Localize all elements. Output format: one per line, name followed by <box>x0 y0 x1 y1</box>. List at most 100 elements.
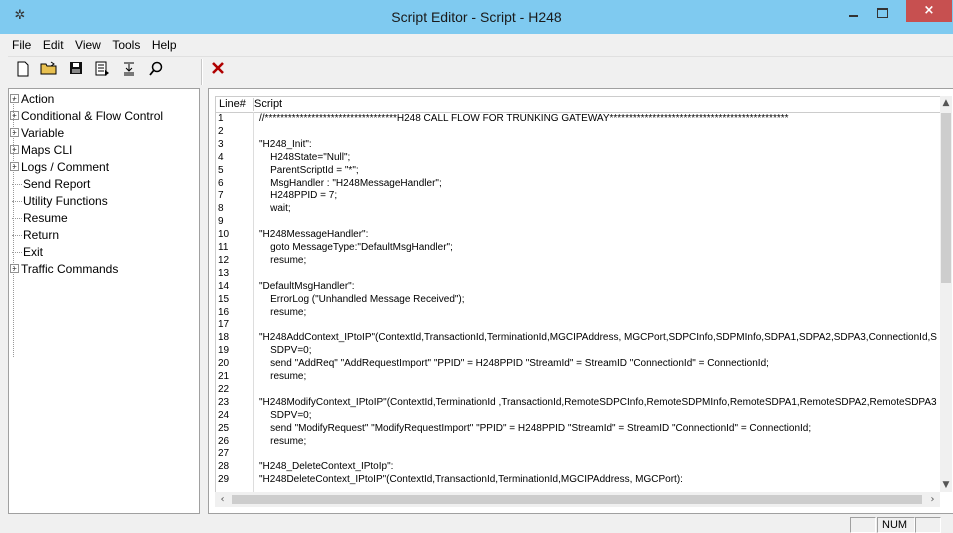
line-number: 5 <box>218 164 224 176</box>
scroll-left-icon[interactable]: ‹ <box>215 492 230 507</box>
expand-icon[interactable]: + <box>10 94 19 104</box>
title-bar: ✲ Script Editor - Script - H248 × <box>0 0 953 34</box>
script-line[interactable]: 23 "H248ModifyContext_IPtoIP"(ContextId,T… <box>216 397 941 408</box>
script-line[interactable]: 20 send "AddReq" "AddRequestImport" "PPI… <box>216 358 941 369</box>
tree-item-action[interactable]: + Action <box>10 91 54 108</box>
script-line[interactable]: 14 "DefaultMsgHandler": <box>216 281 941 292</box>
script-line[interactable]: 8 wait; <box>216 203 941 214</box>
horizontal-scrollbar[interactable]: ‹ › <box>215 492 940 507</box>
script-line[interactable]: 5 ParentScriptId = "*"; <box>216 165 941 176</box>
script-line[interactable]: 27 <box>216 448 941 459</box>
vertical-scrollbar[interactable]: ▲ ▼ <box>940 96 952 492</box>
script-grid[interactable]: Line# Script 1 //************************… <box>215 96 941 493</box>
line-number: 2 <box>218 125 224 137</box>
expand-icon[interactable]: + <box>10 111 19 121</box>
line-code: //**********************************H248… <box>259 113 789 124</box>
line-number: 27 <box>218 448 230 460</box>
script-line[interactable]: 13 <box>216 268 941 279</box>
expand-icon[interactable]: + <box>10 264 19 274</box>
script-header[interactable]: Script <box>254 98 282 110</box>
line-number-header[interactable]: Line# <box>216 98 254 111</box>
menu-edit[interactable]: Edit <box>39 34 68 52</box>
script-line[interactable]: 9 <box>216 216 941 227</box>
scroll-down-icon[interactable]: ▼ <box>940 478 952 492</box>
script-line[interactable]: 11 goto MessageType:"DefaultMsgHandler"; <box>216 242 941 253</box>
line-code: wait; <box>259 203 291 215</box>
tree-item-utility-functions[interactable]: Utility Functions <box>11 193 108 210</box>
line-number: 12 <box>218 254 230 266</box>
scroll-up-icon[interactable]: ▲ <box>940 96 952 110</box>
line-code: "DefaultMsgHandler": <box>259 280 355 292</box>
expand-icon[interactable]: + <box>10 128 19 138</box>
find-icon[interactable] <box>146 61 166 81</box>
line-number: 9 <box>218 216 224 228</box>
script-line[interactable]: 28 "H248_DeleteContext_IPtoIp": <box>216 461 941 472</box>
status-num: NUM <box>877 517 915 533</box>
tree-item-conditional-flow-control[interactable]: + Conditional & Flow Control <box>10 108 163 125</box>
line-number: 13 <box>218 267 230 279</box>
tree-item-return[interactable]: Return <box>11 227 59 244</box>
close-button[interactable]: × <box>906 0 952 22</box>
line-number: 24 <box>218 409 230 421</box>
script-line[interactable]: 19 SDPV=0; <box>216 345 941 356</box>
expand-icon[interactable]: + <box>10 145 19 155</box>
line-code: SDPV=0; <box>259 345 312 357</box>
line-number: 6 <box>218 177 224 189</box>
window-title: Script Editor - Script - H248 <box>391 9 562 25</box>
maximize-button[interactable] <box>869 2 895 22</box>
script-line[interactable]: 10 "H248MessageHandler": <box>216 229 941 240</box>
script-line[interactable]: 22 <box>216 384 941 395</box>
tree-item-maps-cli[interactable]: + Maps CLI <box>10 142 72 159</box>
insert-lines-icon[interactable] <box>119 61 139 81</box>
script-line[interactable]: 3 "H248_Init": <box>216 139 941 150</box>
script-line[interactable]: 2 <box>216 126 941 137</box>
save-icon[interactable] <box>66 61 86 81</box>
vertical-scroll-thumb[interactable] <box>941 113 951 283</box>
tree-item-exit[interactable]: Exit <box>11 244 43 261</box>
line-code: MsgHandler : "H248MessageHandler"; <box>259 177 442 189</box>
script-line[interactable]: 12 resume; <box>216 255 941 266</box>
script-line[interactable]: 1 //**********************************H24… <box>216 113 941 124</box>
tree-item-variable[interactable]: + Variable <box>10 125 64 142</box>
tree-item-send-report[interactable]: Send Report <box>11 176 90 193</box>
line-number: 14 <box>218 280 230 292</box>
scroll-right-icon[interactable]: › <box>925 492 940 507</box>
script-line[interactable]: 21 resume; <box>216 371 941 382</box>
line-code: "H248_DeleteContext_IPtoIp": <box>259 461 394 473</box>
maximize-icon <box>876 7 888 18</box>
menu-tools[interactable]: Tools <box>108 34 144 52</box>
script-line[interactable]: 25 send "ModifyRequest" "ModifyRequestIm… <box>216 423 941 434</box>
script-line[interactable]: 17 <box>216 319 941 330</box>
line-code: "H248_Init": <box>259 138 312 150</box>
line-number: 4 <box>218 151 224 163</box>
minimize-button[interactable] <box>840 2 866 22</box>
menu-help[interactable]: Help <box>148 34 181 52</box>
horizontal-scroll-thumb[interactable] <box>232 495 922 504</box>
script-line[interactable]: 4 H248State="Null"; <box>216 152 941 163</box>
script-line[interactable]: 15 ErrorLog ("Unhandled Message Received… <box>216 294 941 305</box>
script-line[interactable]: 29 "H248DeleteContext_IPtoIP"(ContextId,T… <box>216 474 941 485</box>
script-line[interactable]: 24 SDPV=0; <box>216 410 941 421</box>
script-line[interactable]: 26 resume; <box>216 436 941 447</box>
expand-icon[interactable]: + <box>10 162 19 172</box>
script-line[interactable]: 7 H248PPID = 7; <box>216 190 941 201</box>
line-number: 22 <box>218 383 230 395</box>
tree-item-resume[interactable]: Resume <box>11 210 68 227</box>
line-number: 1 <box>218 113 224 124</box>
menu-view[interactable]: View <box>71 34 105 52</box>
script-line[interactable]: 6 MsgHandler : "H248MessageHandler"; <box>216 178 941 189</box>
script-line[interactable]: 16 resume; <box>216 307 941 318</box>
new-file-icon[interactable] <box>13 61 33 81</box>
open-folder-icon[interactable] <box>39 61 59 81</box>
menu-file[interactable]: File <box>8 34 35 52</box>
delete-icon[interactable] <box>208 61 228 81</box>
tree-item-logs-comment[interactable]: + Logs / Comment <box>10 159 109 176</box>
tree-item-traffic-commands[interactable]: + Traffic Commands <box>10 261 118 278</box>
properties-icon[interactable] <box>92 61 112 81</box>
script-line[interactable]: 18 "H248AddContext_IPtoIP"(ContextId,Tran… <box>216 332 941 343</box>
line-number: 10 <box>218 229 230 241</box>
line-code: resume; <box>259 435 307 447</box>
toolbar <box>8 56 953 87</box>
line-code: H248PPID = 7; <box>259 190 338 202</box>
command-tree: + Action + Conditional & Flow Control + Var… <box>8 88 200 514</box>
